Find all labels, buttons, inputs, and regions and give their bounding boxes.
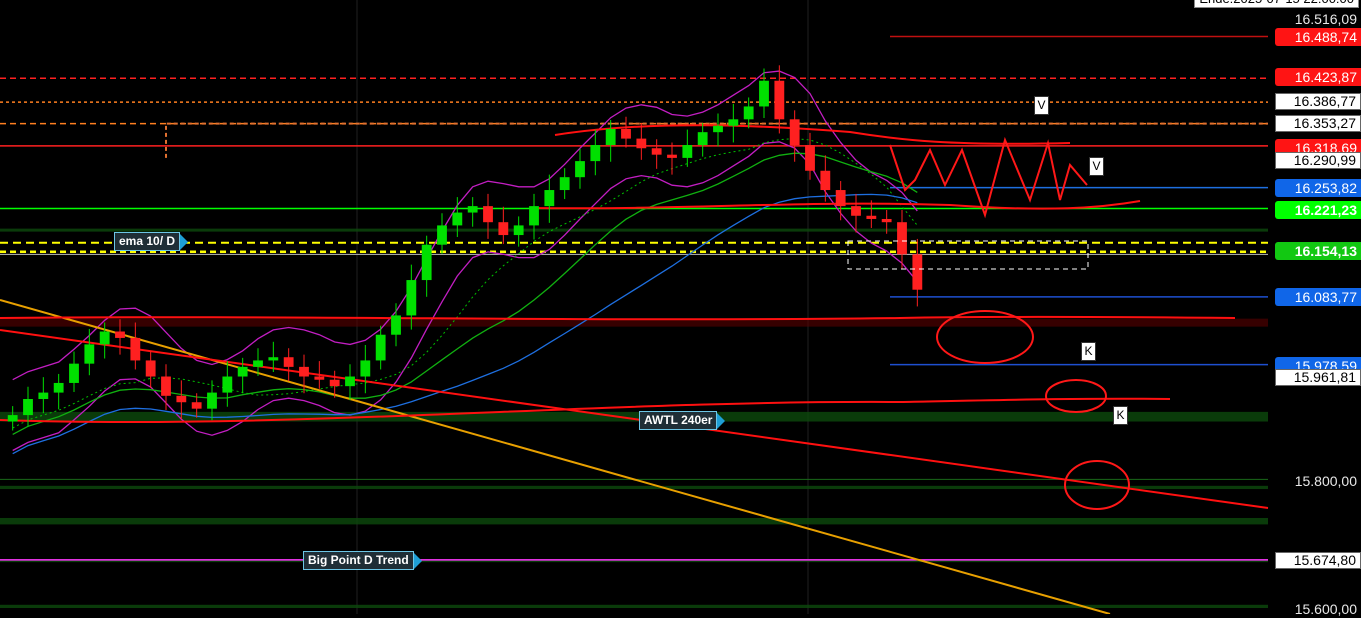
candle-body-1	[23, 399, 33, 415]
price-label-14: 15.674,80	[1275, 552, 1361, 569]
candle-body-3	[54, 383, 64, 393]
candle-body-29	[452, 213, 462, 226]
candle-body-49	[759, 81, 769, 107]
support-zone-2	[0, 486, 1268, 489]
candle-body-33	[514, 225, 524, 235]
candle-body-57	[882, 219, 892, 222]
ema-label-tag[interactable]: ema 10/ D	[114, 232, 180, 251]
candle-body-59	[912, 254, 922, 289]
marker-k-2[interactable]: K	[1113, 406, 1128, 425]
price-label-10: 16.083,77	[1275, 288, 1361, 306]
candle-body-9	[146, 360, 156, 376]
candle-body-39	[606, 129, 616, 145]
candle-body-34	[529, 206, 539, 225]
chart-end-time: Ende:2025-07-15 22:00:00	[1194, 0, 1359, 8]
candle-body-46	[713, 126, 723, 132]
candle-body-48	[744, 106, 754, 119]
candle-body-47	[728, 119, 738, 125]
candle-body-44	[682, 145, 692, 158]
candle-body-10	[161, 377, 171, 396]
price-label-2: 16.423,87	[1275, 68, 1361, 86]
candle-body-17	[268, 357, 278, 360]
price-label-4: 16.353,27	[1275, 115, 1361, 132]
candle-body-32	[498, 222, 508, 235]
candle-body-18	[284, 357, 294, 367]
candle-body-0	[8, 415, 18, 421]
support-zone-0	[0, 229, 1268, 232]
awtl-label-tag[interactable]: AWTL 240er	[639, 411, 717, 430]
support-zone-1	[0, 412, 1268, 422]
candle-body-15	[238, 367, 248, 377]
candle-body-41	[636, 139, 646, 149]
price-label-15: 15.600,00	[1275, 600, 1361, 618]
orange-trendline	[0, 300, 1110, 614]
candle-body-23	[360, 360, 370, 376]
candle-body-4	[69, 364, 79, 383]
candle-body-30	[468, 206, 478, 212]
marker-k-1[interactable]: K	[1081, 342, 1096, 361]
price-label-12: 15.961,81	[1275, 369, 1361, 386]
candle-body-36	[560, 177, 570, 190]
candle-body-14	[222, 377, 232, 393]
candle-body-56	[866, 216, 876, 219]
support-zone-3	[0, 518, 1268, 524]
price-label-7: 16.253,82	[1275, 179, 1361, 197]
candle-body-8	[130, 338, 140, 361]
candle-body-52	[805, 145, 815, 171]
candle-body-35	[544, 190, 554, 206]
candle-body-21	[330, 380, 340, 386]
candle-body-2	[38, 393, 48, 399]
price-label-13: 15.800,00	[1275, 472, 1361, 490]
price-label-3: 16.386,77	[1275, 93, 1361, 110]
bigpoint-label-tag[interactable]: Big Point D Trend	[303, 551, 414, 570]
candle-body-27	[422, 245, 432, 280]
candle-body-26	[406, 280, 416, 315]
candle-body-43	[667, 155, 677, 158]
candle-body-6	[100, 332, 110, 345]
candle-body-50	[774, 81, 784, 120]
candle-body-25	[391, 315, 401, 334]
candle-body-42	[652, 148, 662, 154]
candle-body-31	[483, 206, 493, 222]
sar-dotted	[13, 139, 918, 428]
candle-body-53	[820, 171, 830, 190]
candle-body-24	[376, 335, 386, 361]
marker-v-2[interactable]: V	[1089, 157, 1104, 176]
candle-body-16	[253, 360, 263, 366]
candle-body-37	[575, 161, 585, 177]
candle-body-13	[207, 393, 217, 409]
price-label-0: 16.516,09	[1275, 10, 1361, 28]
dashed-box	[848, 241, 1088, 269]
candle-body-55	[851, 206, 861, 216]
price-chart	[0, 0, 1361, 614]
candle-body-40	[621, 129, 631, 139]
candle-body-11	[176, 396, 186, 402]
marker-v-1[interactable]: V	[1034, 96, 1049, 115]
price-label-9: 16.154,13	[1275, 242, 1361, 260]
candle-body-22	[345, 377, 355, 387]
candle-body-54	[836, 190, 846, 206]
candle-body-28	[437, 225, 447, 244]
candle-body-45	[698, 132, 708, 145]
bollinger-lower	[13, 142, 918, 451]
candle-body-7	[115, 332, 125, 338]
candle-body-5	[84, 344, 94, 363]
candle-body-38	[590, 145, 600, 161]
price-label-6: 16.290,99	[1275, 152, 1361, 169]
price-label-1: 16.488,74	[1275, 28, 1361, 46]
price-label-8: 16.221,23	[1275, 201, 1361, 219]
candle-body-58	[897, 222, 907, 254]
candle-body-12	[192, 402, 202, 408]
candle-body-51	[790, 119, 800, 145]
candle-body-20	[314, 377, 324, 380]
circle-drawing-2	[1046, 380, 1106, 412]
candle-body-19	[299, 367, 309, 377]
